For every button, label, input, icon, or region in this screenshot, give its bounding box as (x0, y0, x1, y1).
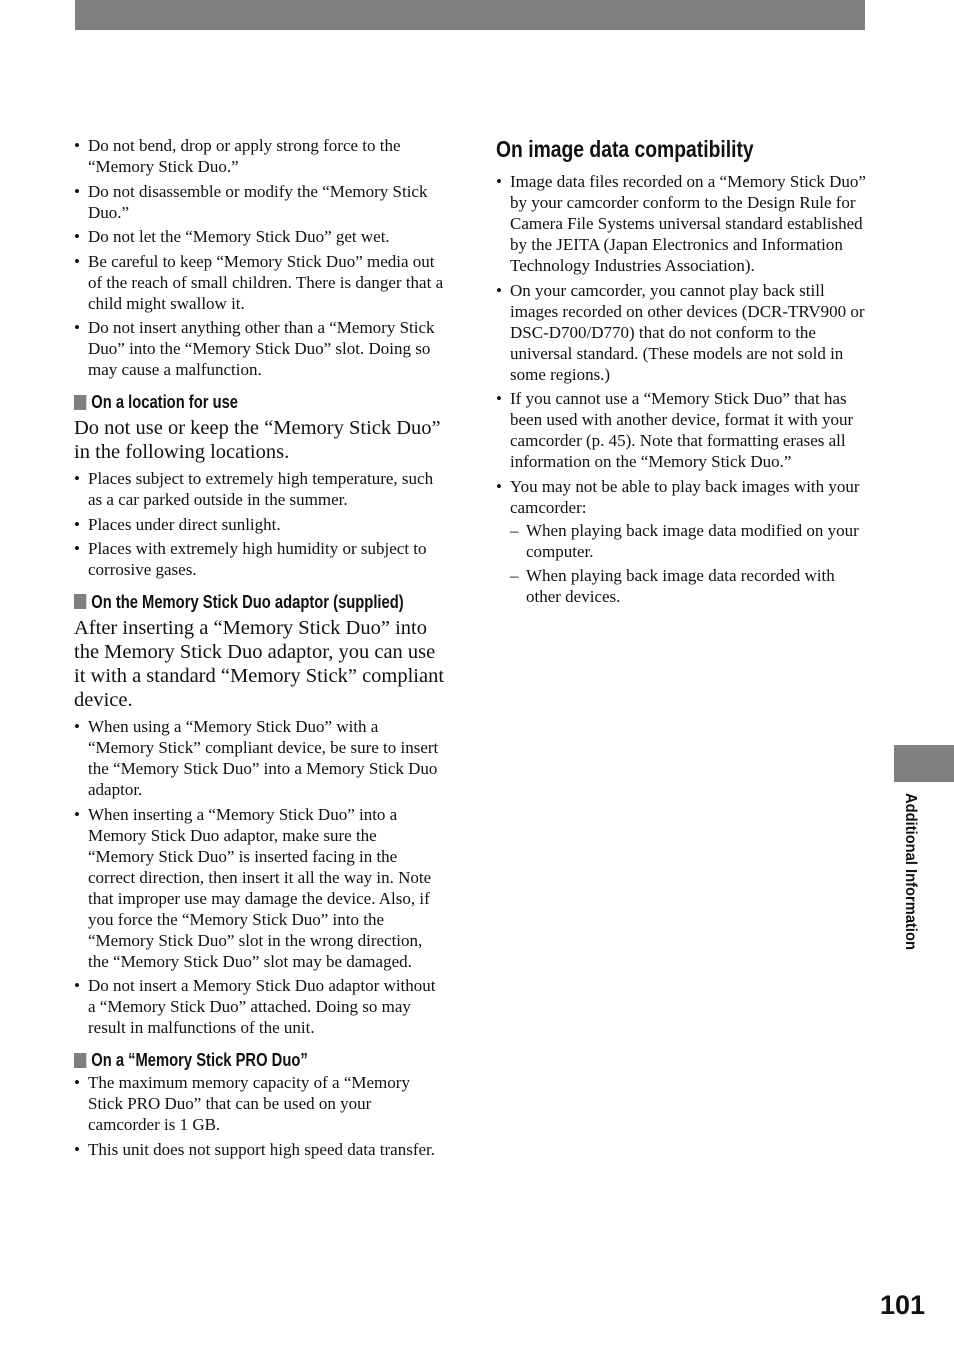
list-item: The maximum memory capacity of a “Memory… (74, 1072, 446, 1135)
section-heading-text: On a “Memory Stick PRO Duo” (91, 1050, 308, 1070)
list-item-text: You may not be able to play back images … (510, 476, 860, 517)
header-bar (75, 0, 865, 30)
section-heading-text: On a location for use (91, 392, 239, 412)
list-item: This unit does not support high speed da… (74, 1139, 446, 1160)
section-heading: On the Memory Stick Duo adaptor (supplie… (74, 590, 443, 614)
page-number: 101 (880, 1290, 926, 1320)
bullet-list: Image data files recorded on a “Memory S… (496, 171, 866, 607)
chapter-tab (894, 745, 954, 782)
page-heading: On image data compatibility (496, 136, 754, 162)
list-item: You may not be able to play back images … (496, 476, 866, 608)
chapter-label: Additional Information (902, 793, 919, 951)
section-intro: After inserting a “Memory Stick Duo” int… (74, 617, 445, 711)
section-heading: On a location for use (74, 390, 379, 414)
list-item: Do not let the “Memory Stick Duo” get we… (74, 226, 446, 247)
bullet-list: The maximum memory capacity of a “Memory… (74, 1072, 446, 1160)
sub-list-item: When playing back image data modified on… (510, 520, 866, 562)
list-item: On your camcorder, you cannot play back … (496, 280, 866, 385)
sub-list: When playing back image data modified on… (510, 520, 866, 608)
section-location: On a location for use Do not use or keep… (74, 390, 446, 580)
square-bullet-icon (74, 394, 87, 410)
square-bullet-icon (74, 594, 87, 609)
right-column: On image data compatibility Image data f… (496, 135, 866, 611)
intro-bullet-list: Do not bend, drop or apply strong force … (74, 135, 446, 380)
list-item: Do not disassemble or modify the “Memory… (74, 181, 446, 223)
list-item: Do not insert a Memory Stick Duo adaptor… (74, 975, 446, 1038)
list-item: If you cannot use a “Memory Stick Duo” t… (496, 388, 866, 472)
left-column: Do not bend, drop or apply strong force … (74, 135, 446, 1163)
section-intro: Do not use or keep the “Memory Stick Duo… (74, 417, 441, 463)
list-item: When using a “Memory Stick Duo” with a “… (74, 716, 446, 800)
list-item: Do not bend, drop or apply strong force … (74, 135, 446, 177)
section-adaptor: On the Memory Stick Duo adaptor (supplie… (74, 590, 446, 1038)
bullet-list: When using a “Memory Stick Duo” with a “… (74, 716, 446, 1038)
list-item: Image data files recorded on a “Memory S… (496, 171, 866, 276)
list-item: Places subject to extremely high tempera… (74, 468, 446, 510)
list-item: When inserting a “Memory Stick Duo” into… (74, 804, 446, 972)
section-heading: On a “Memory Stick PRO Duo” (74, 1048, 379, 1072)
list-item: Do not insert anything other than a “Mem… (74, 317, 446, 380)
sub-list-item: When playing back image data recorded wi… (510, 565, 866, 607)
section-heading-text: On the Memory Stick Duo adaptor (supplie… (91, 592, 404, 612)
list-item: Places with extremely high humidity or s… (74, 538, 446, 580)
section-pro-duo: On a “Memory Stick PRO Duo” The maximum … (74, 1048, 446, 1160)
list-item: Places under direct sunlight. (74, 514, 446, 535)
square-bullet-icon (74, 1052, 87, 1068)
bullet-list: Places subject to extremely high tempera… (74, 468, 446, 580)
list-item: Be careful to keep “Memory Stick Duo” me… (74, 251, 446, 314)
